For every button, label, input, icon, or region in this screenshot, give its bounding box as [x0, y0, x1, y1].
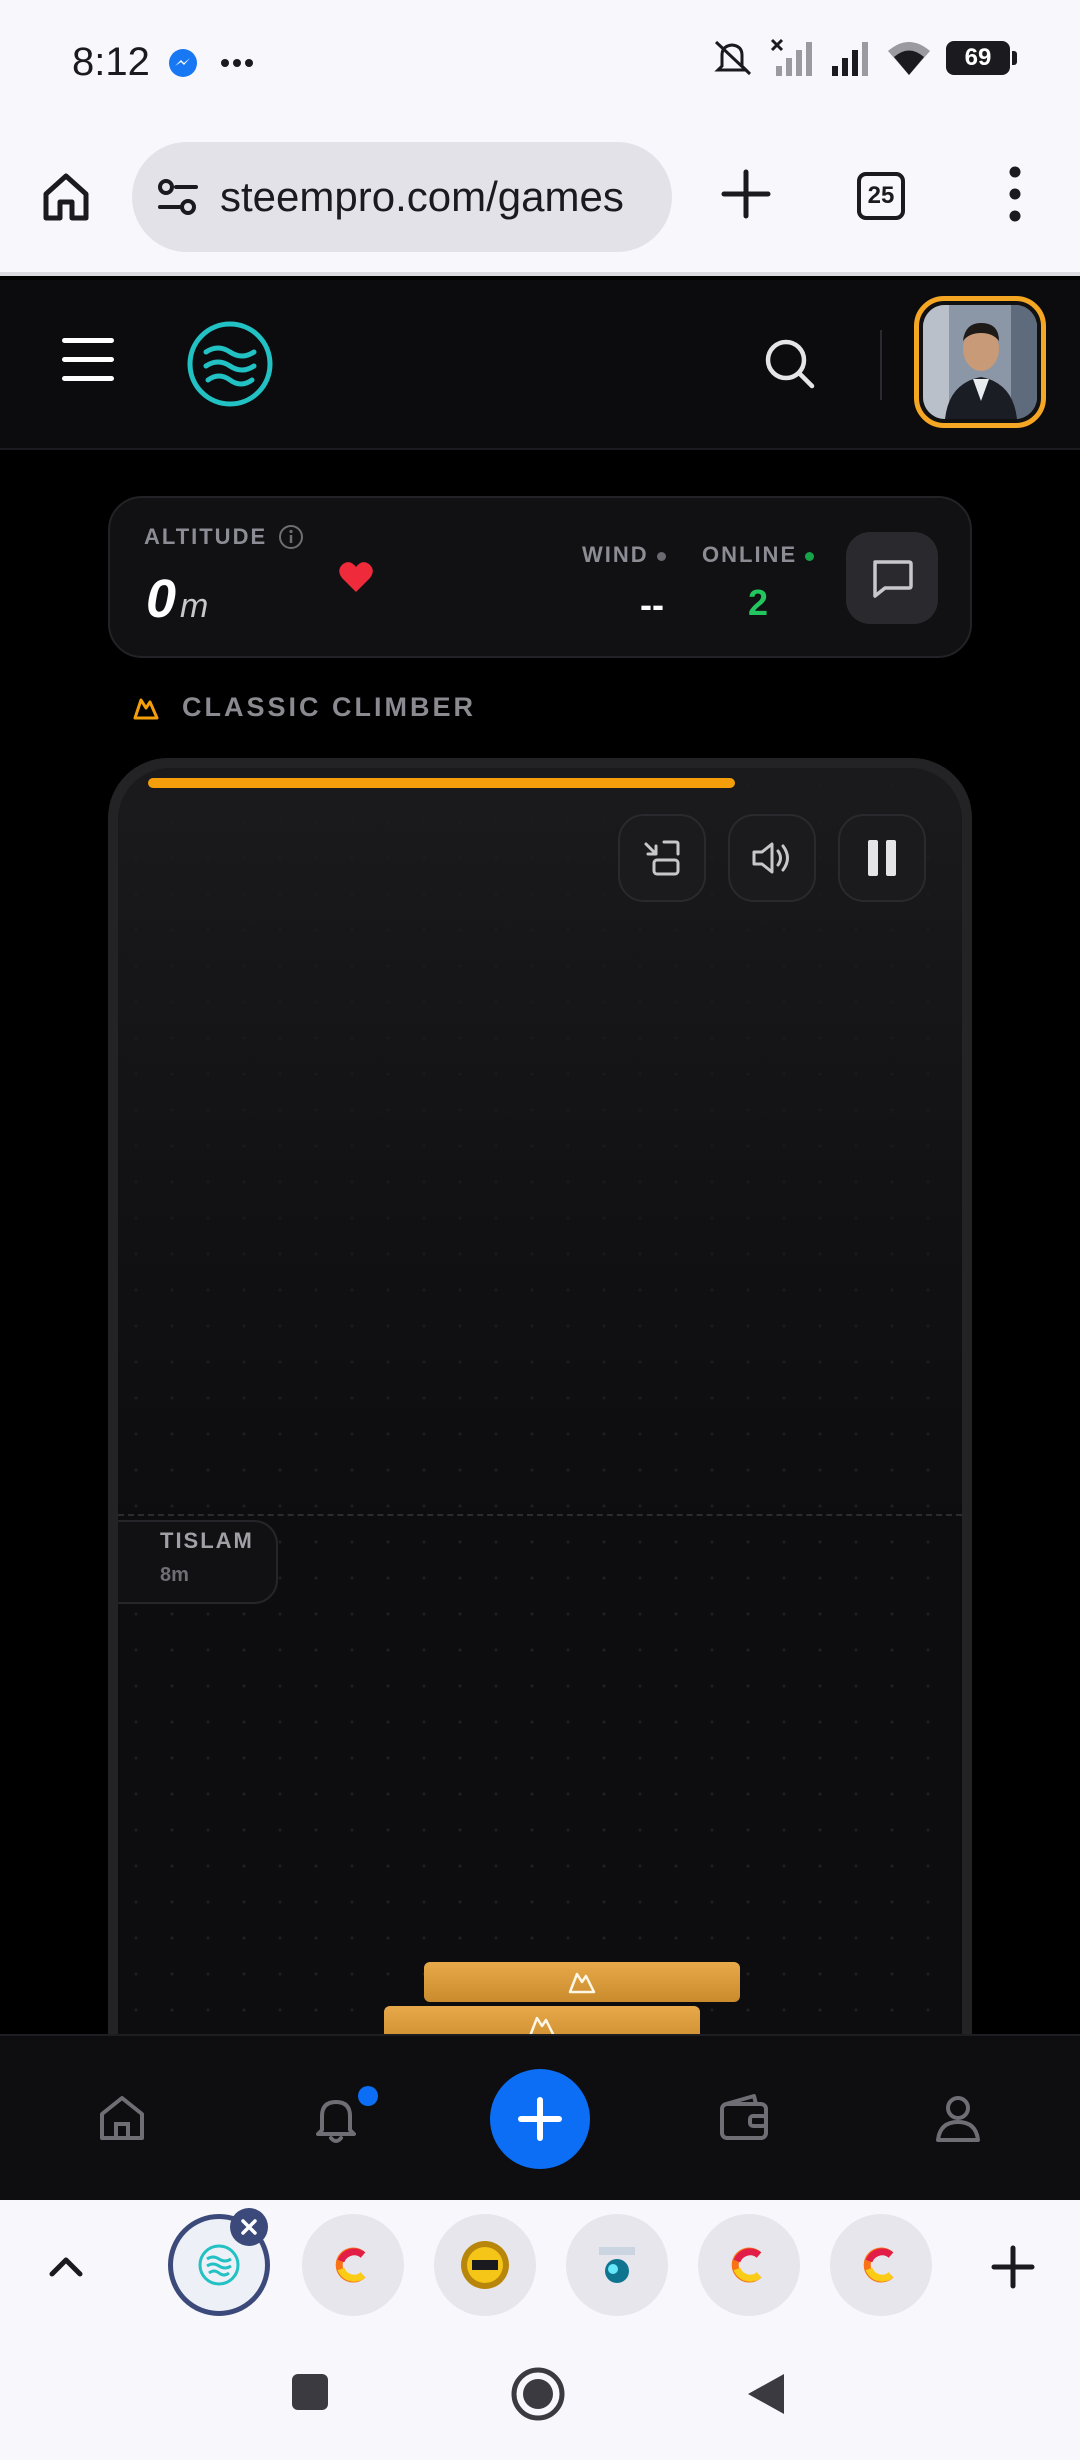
tab-item[interactable]: [566, 2214, 668, 2316]
player-name: TISLAM: [160, 1528, 254, 1553]
stats-card: ALTITUDE 0m WIND -- ONLINE 2: [108, 496, 972, 658]
c-favicon: [335, 2247, 366, 2283]
player-altitude: 8m: [160, 1564, 189, 1586]
game-mode-row: CLASSIC CLIMBER: [132, 692, 476, 723]
add-tab-icon[interactable]: [990, 2244, 1036, 2290]
messenger-icon: [169, 49, 197, 77]
header-divider: [880, 330, 882, 400]
tab-item[interactable]: [830, 2214, 932, 2316]
battery-icon: 69: [946, 41, 1017, 75]
url-text[interactable]: steempro.com/games: [220, 173, 624, 221]
tab-item[interactable]: [302, 2214, 404, 2316]
close-tab-icon[interactable]: [230, 2208, 268, 2246]
chat-icon: [873, 560, 913, 598]
wind-value: --: [640, 584, 664, 625]
online-status-dot: [805, 551, 815, 561]
mute-icon: [714, 40, 752, 76]
pause-button[interactable]: [838, 814, 926, 902]
altitude-label: ALTITUDE: [144, 524, 268, 549]
hamburger-menu-icon[interactable]: [62, 338, 114, 382]
altitude-number: 0: [146, 569, 177, 629]
profile-icon[interactable]: [930, 2090, 986, 2146]
steem-badge-favicon: [461, 2241, 509, 2289]
game-frame: TISLAM 8m: [108, 758, 972, 2038]
wind-label: WIND: [582, 542, 666, 568]
signal-x-icon: [770, 38, 812, 76]
home-button-icon[interactable]: [510, 2366, 566, 2422]
wind-status-dot: [656, 551, 666, 561]
browser-toolbar: steempro.com/games 25: [0, 130, 1080, 276]
pause-icon: [868, 840, 896, 876]
c-favicon: [731, 2247, 762, 2283]
player-marker: TISLAM 8m: [118, 1520, 278, 1604]
avatar-photo: [923, 305, 1037, 419]
online-value: 2: [748, 582, 769, 623]
steempro-logo[interactable]: [186, 320, 274, 408]
game-progress-bar: [148, 778, 735, 788]
wind-label-text: WIND: [582, 542, 649, 567]
signal-icon: [832, 42, 868, 76]
heart-icon: [339, 562, 373, 592]
exit-fullscreen-icon: [644, 840, 680, 876]
game-canvas[interactable]: TISLAM 8m: [118, 768, 962, 2038]
home-icon[interactable]: [38, 168, 94, 224]
back-icon[interactable]: [746, 2372, 786, 2416]
sound-button[interactable]: [728, 814, 816, 902]
wifi-icon: [888, 42, 930, 75]
wallet-icon[interactable]: [716, 2090, 772, 2146]
mountain-icon: [568, 1972, 596, 1994]
player-altitude-line: [118, 1514, 962, 1516]
tab-item[interactable]: [698, 2214, 800, 2316]
online-label-text: ONLINE: [702, 542, 798, 567]
altitude-unit: m: [180, 587, 209, 625]
search-icon[interactable]: [762, 336, 818, 392]
browser-tab-strip: [0, 2200, 1080, 2330]
notification-badge: [358, 2086, 378, 2106]
new-tab-icon[interactable]: [718, 166, 774, 222]
url-bar[interactable]: steempro.com/games: [132, 142, 672, 252]
home-icon[interactable]: [94, 2090, 150, 2146]
create-post-button[interactable]: [490, 2069, 590, 2169]
mountain-icon: [133, 698, 159, 719]
site-settings-icon[interactable]: [156, 177, 200, 217]
altitude-value: 0m: [146, 568, 208, 630]
fullscreen-button[interactable]: [618, 814, 706, 902]
volume-icon: [752, 842, 789, 874]
status-time: 8:12: [72, 40, 150, 84]
app-bottom-nav: [0, 2034, 1080, 2200]
stacked-block: [424, 1962, 740, 2002]
c-favicon: [863, 2247, 894, 2283]
steempro-favicon: [198, 2244, 240, 2286]
browser-menu-icon[interactable]: [1000, 164, 1030, 224]
info-icon[interactable]: [278, 524, 304, 550]
chevron-up-icon[interactable]: [46, 2246, 86, 2286]
status-bar: 8:12 69: [0, 0, 1080, 130]
chat-button[interactable]: [846, 532, 938, 624]
recent-apps-icon[interactable]: [290, 2372, 330, 2412]
game-mode-label: CLASSIC CLIMBER: [182, 692, 476, 722]
system-nav-bar: [0, 2330, 1080, 2460]
game-sky-shade: [118, 768, 962, 1528]
tab-switcher-button[interactable]: 25: [857, 172, 905, 220]
tab-item[interactable]: [434, 2214, 536, 2316]
app-header: [0, 280, 1080, 450]
plus-icon: [518, 2097, 562, 2141]
avatar[interactable]: [914, 296, 1046, 428]
more-dots-icon: [221, 59, 253, 67]
bell-icon[interactable]: [308, 2090, 364, 2146]
network-favicon: [599, 2247, 635, 2283]
online-label: ONLINE: [702, 542, 815, 568]
